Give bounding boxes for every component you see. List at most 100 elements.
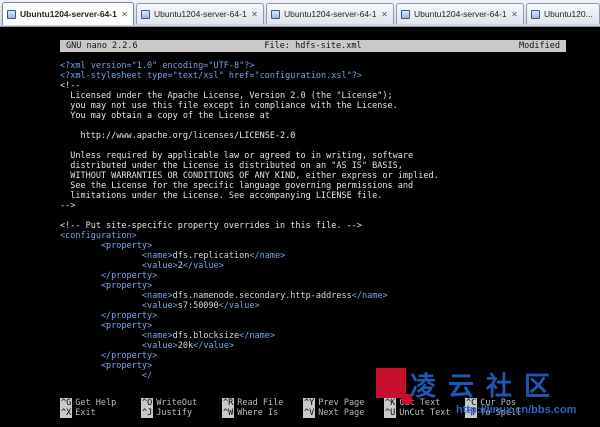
nano-filename: File: hdfs-site.xml bbox=[264, 41, 362, 51]
editor-line: Unless required by applicable law or agr… bbox=[60, 151, 580, 161]
editor-line: </property> bbox=[60, 351, 580, 361]
editor-line: <property> bbox=[60, 281, 580, 291]
shortcut-get-help[interactable]: ^G Get Help bbox=[60, 398, 116, 408]
terminal-session-icon bbox=[271, 9, 280, 19]
xml-tag: <property> bbox=[60, 241, 153, 251]
close-icon[interactable]: ✕ bbox=[380, 10, 389, 19]
shortcut-key: ^X bbox=[60, 408, 73, 418]
editor-line: <configuration> bbox=[60, 231, 580, 241]
editor-line: you may not use this file except in comp… bbox=[60, 101, 580, 111]
shortcut-key: ^R bbox=[222, 398, 235, 408]
xml-tag: <property> bbox=[60, 281, 153, 291]
xml-comment: <!-- bbox=[60, 81, 81, 91]
xml-comment: http://www.apache.org/licenses/LICENSE-2… bbox=[60, 131, 296, 141]
session-tab-bar: Ubuntu1204-server-64-10 ✕ Ubuntu1204-ser… bbox=[0, 0, 600, 27]
close-icon[interactable]: ✕ bbox=[510, 10, 519, 19]
xml-tag: <configuration> bbox=[60, 231, 137, 241]
shortcut-key: ^J bbox=[141, 408, 154, 418]
shortcut-writeout[interactable]: ^O WriteOut bbox=[141, 398, 197, 408]
xml-comment: You may obtain a copy of the License at bbox=[60, 111, 270, 121]
xml-comment: you may not use this file except in comp… bbox=[60, 101, 398, 111]
shortcut-next-page[interactable]: ^V Next Page bbox=[303, 408, 364, 418]
tab-label: Ubuntu1204-server-64-13 bbox=[414, 9, 507, 19]
editor-line: </property> bbox=[60, 271, 580, 281]
xml-tag: </ bbox=[60, 371, 153, 381]
tab-ubuntu120-truncated[interactable]: Ubuntu120... bbox=[526, 3, 600, 24]
tab-ubuntu1204-server-64-12[interactable]: Ubuntu1204-server-64-12 ✕ bbox=[266, 3, 394, 24]
editor-buffer[interactable]: <?xml version="1.0" encoding="UTF-8"?> <?… bbox=[60, 61, 580, 381]
shortcut-label: Justify bbox=[156, 408, 193, 418]
tab-label: Ubuntu1204-server-64-12 bbox=[284, 9, 377, 19]
tab-ubuntu1204-server-64-10[interactable]: Ubuntu1204-server-64-10 ✕ bbox=[2, 2, 134, 25]
close-icon[interactable]: ✕ bbox=[250, 10, 259, 19]
shortcut-label: Get Help bbox=[75, 398, 117, 408]
editor-line: See the License for the specific languag… bbox=[60, 181, 580, 191]
tab-label: Ubuntu1204-server-64-11 bbox=[154, 9, 247, 19]
xml-comment: See the License for the specific languag… bbox=[60, 181, 414, 191]
shortcut-exit[interactable]: ^X Exit bbox=[60, 408, 96, 418]
xml-value: 20k bbox=[177, 341, 194, 351]
xml-open-tag: <name> bbox=[141, 251, 173, 261]
tab-ubuntu1204-server-64-11[interactable]: Ubuntu1204-server-64-11 ✕ bbox=[136, 3, 264, 24]
editor-line: You may obtain a copy of the License at bbox=[60, 111, 580, 121]
xml-comment: Licensed under the Apache License, Versi… bbox=[60, 91, 393, 101]
shortcut-label: Where Is bbox=[237, 408, 279, 418]
shortcut-key: ^V bbox=[303, 408, 316, 418]
watermark-url: http://linux.cn/bbs.com bbox=[456, 404, 577, 416]
terminal-session-icon bbox=[141, 9, 150, 19]
xml-tag: </property> bbox=[60, 271, 158, 281]
editor-line: distributed under the License is distrib… bbox=[60, 161, 580, 171]
tab-label: Ubuntu1204-server-64-10 bbox=[20, 9, 117, 19]
tab-label: Ubuntu120... bbox=[544, 9, 593, 19]
xml-comment: Unless required by applicable law or agr… bbox=[60, 151, 414, 161]
shortcut-label: Read File bbox=[237, 398, 284, 408]
xml-close-tag: </name> bbox=[239, 331, 275, 341]
watermark-text: 凌云社区 bbox=[410, 372, 563, 402]
editor-line: limitations under the License. See accom… bbox=[60, 191, 580, 201]
xml-declaration: <?xml version="1.0" encoding="UTF-8"?> bbox=[60, 61, 255, 71]
editor-line: </property> bbox=[60, 311, 580, 321]
xml-value: dfs.blocksize bbox=[172, 331, 240, 341]
shortcut-read-file[interactable]: ^R Read File bbox=[222, 398, 283, 408]
xml-comment: WITHOUT WARRANTIES OR CONDITIONS OF ANY … bbox=[60, 171, 439, 181]
shortcut-prev-page[interactable]: ^Y Prev Page bbox=[303, 398, 364, 408]
shortcut-label: Prev Page bbox=[318, 398, 365, 408]
shortcut-where-is[interactable]: ^W Where Is bbox=[222, 408, 278, 418]
xml-comment: limitations under the License. See accom… bbox=[60, 191, 383, 201]
xml-tag: </property> bbox=[60, 311, 158, 321]
editor-line: WITHOUT WARRANTIES OR CONDITIONS OF ANY … bbox=[60, 171, 580, 181]
shortcut-key: ^W bbox=[222, 408, 235, 418]
xml-open-tag: <name> bbox=[141, 331, 173, 341]
editor-line: <property> bbox=[60, 321, 580, 331]
editor-line: <value>2</value> bbox=[60, 261, 580, 271]
editor-line: <property> bbox=[60, 241, 580, 251]
terminal-session-icon bbox=[7, 9, 16, 19]
xml-open-tag: <value> bbox=[141, 301, 178, 311]
xml-tag: <property> bbox=[60, 361, 153, 371]
close-icon[interactable]: ✕ bbox=[120, 10, 129, 19]
tab-ubuntu1204-server-64-13[interactable]: Ubuntu1204-server-64-13 ✕ bbox=[396, 3, 524, 24]
xml-value: s7:50090 bbox=[177, 301, 219, 311]
editor-line: <?xml version="1.0" encoding="UTF-8"?> bbox=[60, 61, 580, 71]
editor-line: <!-- bbox=[60, 81, 580, 91]
editor-line: Licensed under the Apache License, Versi… bbox=[60, 91, 580, 101]
shortcut-key: ^Y bbox=[303, 398, 316, 408]
xml-comment: distributed under the License is distrib… bbox=[60, 161, 403, 171]
shortcut-label: WriteOut bbox=[156, 398, 198, 408]
editor-line: <name>dfs.replication</name> bbox=[60, 251, 580, 261]
xml-value: dfs.replication bbox=[172, 251, 250, 261]
nano-modified-status: Modified bbox=[519, 41, 560, 51]
xml-open-tag: <value> bbox=[141, 261, 178, 271]
editor-line: <name>dfs.blocksize</name> bbox=[60, 331, 580, 341]
shortcut-justify[interactable]: ^J Justify bbox=[141, 408, 192, 418]
xml-open-tag: <name> bbox=[141, 291, 173, 301]
site-watermark: 凌云社区 http://linux.cn/bbs.com bbox=[376, 366, 600, 427]
xml-comment: --> bbox=[60, 201, 76, 211]
